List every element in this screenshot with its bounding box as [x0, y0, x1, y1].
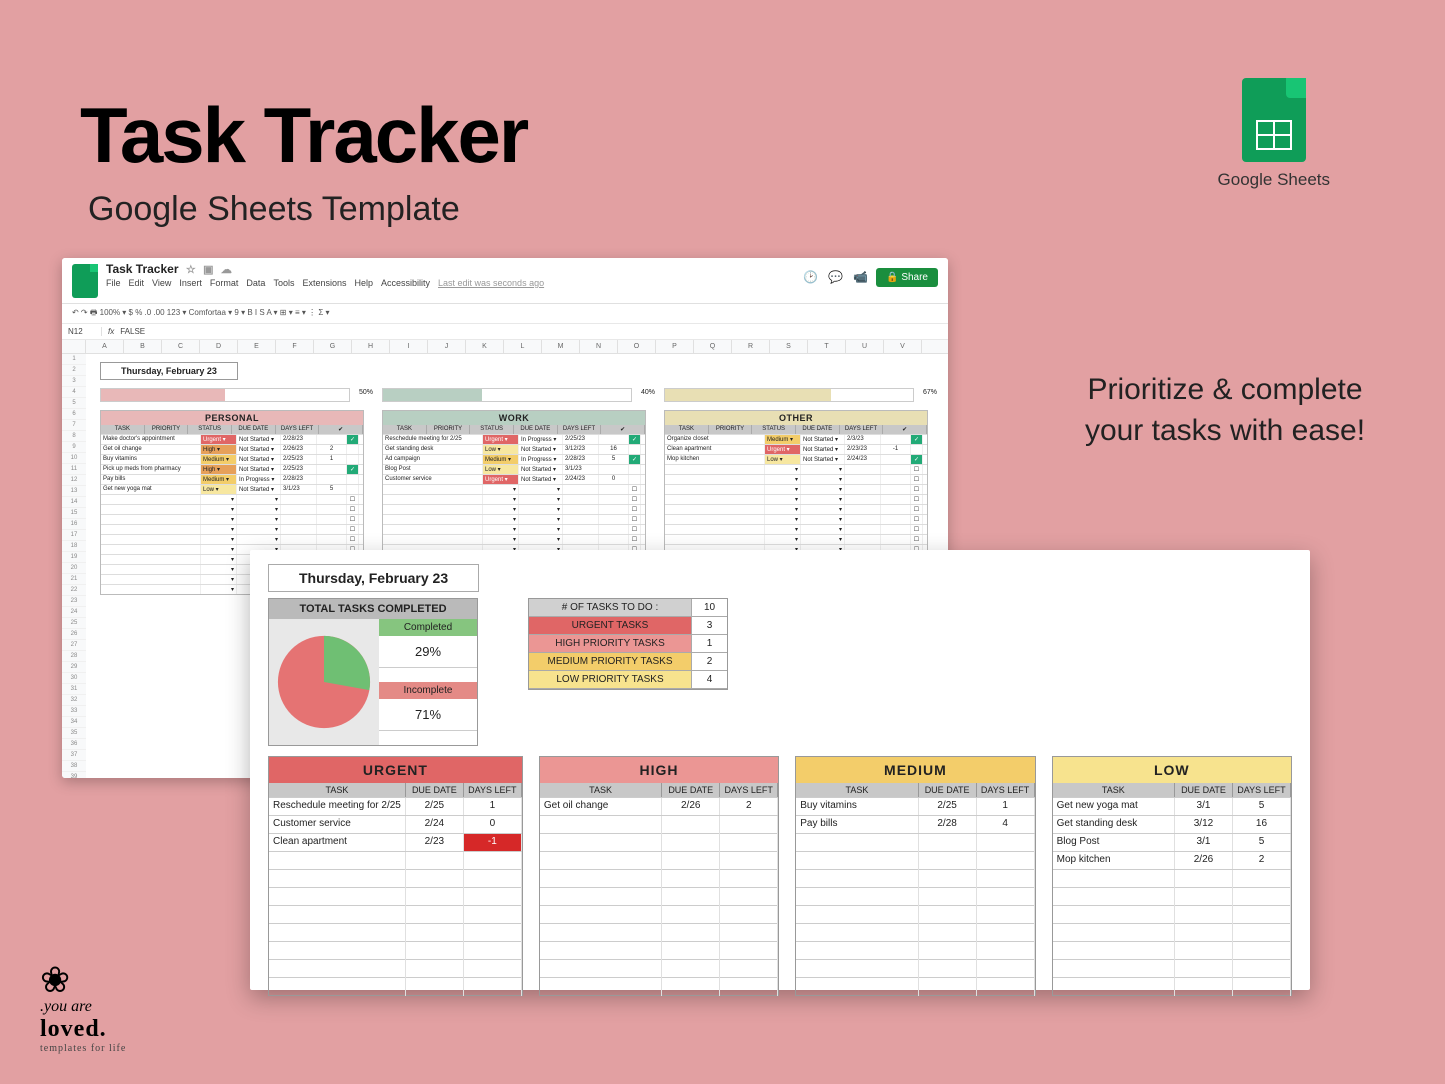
completed-label: Completed: [379, 619, 477, 636]
cloud-icon[interactable]: ☁: [221, 264, 232, 276]
menu-help[interactable]: Help: [354, 278, 373, 288]
meet-icon[interactable]: 📹: [853, 270, 868, 284]
toolbar[interactable]: ↶ ↷ 🖶 100% ▾ $ % .0 .00 123 ▾ Comfortaa …: [62, 304, 948, 324]
incomplete-pct: 71%: [379, 699, 477, 731]
priority-tables: URGENTTASKDUE DATEDAYS LEFTReschedule me…: [268, 756, 1292, 996]
menu-edit[interactable]: Edit: [129, 278, 145, 288]
menu-bar: File Edit View Insert Format Data Tools Extensi…: [106, 278, 544, 288]
completed-pct: 29%: [379, 636, 477, 668]
fx-icon: fx: [102, 327, 120, 336]
work-progress: 40%: [382, 388, 632, 402]
count-value: 10: [691, 599, 727, 616]
count-value: 3: [691, 617, 727, 634]
sheets-header: Task Tracker ☆ ▣ ☁ File Edit View Insert For…: [62, 258, 948, 304]
column-headers: ABCDEFGHIJKLMNOPQRSTUV: [62, 340, 948, 354]
flower-icon: ❀: [40, 962, 126, 998]
header-right: 🕑 💬 📹: [803, 270, 868, 284]
sheets-icon: [1242, 78, 1306, 162]
menu-extensions[interactable]: Extensions: [302, 278, 346, 288]
formula-bar[interactable]: N12 fx FALSE: [62, 324, 948, 340]
menu-data[interactable]: Data: [246, 278, 265, 288]
google-sheets-badge: Google Sheets: [1218, 78, 1330, 190]
last-edit[interactable]: Last edit was seconds ago: [438, 278, 544, 288]
star-icon[interactable]: ☆: [186, 264, 196, 276]
menu-file[interactable]: File: [106, 278, 121, 288]
hero-subtitle: Google Sheets Template: [88, 190, 460, 229]
count-value: 4: [691, 671, 727, 688]
count-label: HIGH PRIORITY TASKS: [529, 635, 691, 652]
count-value: 2: [691, 653, 727, 670]
sheets-doc-icon: [72, 264, 98, 298]
count-label: LOW PRIORITY TASKS: [529, 671, 691, 688]
count-label: # OF TASKS TO DO :: [529, 599, 691, 616]
hero-title: Task Tracker: [80, 90, 527, 181]
brand-line1: .you are: [40, 998, 126, 1016]
menu-insert[interactable]: Insert: [179, 278, 202, 288]
brand-line2: loved.: [40, 1016, 126, 1043]
brand-logo: ❀ .you are loved. templates for life: [40, 962, 126, 1054]
history-icon[interactable]: 🕑: [803, 270, 818, 284]
tagline: Prioritize & complete your tasks with ea…: [1075, 370, 1375, 451]
sheets-label: Google Sheets: [1218, 170, 1330, 190]
urgent-table: URGENTTASKDUE DATEDAYS LEFTReschedule me…: [268, 756, 523, 996]
low-table: LOWTASKDUE DATEDAYS LEFTGet new yoga mat…: [1052, 756, 1292, 996]
dashboard-date: Thursday, February 23: [268, 564, 479, 592]
lock-icon: 🔒: [886, 272, 898, 283]
share-button[interactable]: 🔒 Share: [876, 268, 938, 287]
comment-icon[interactable]: 💬: [828, 270, 843, 284]
date-cell: Thursday, February 23: [100, 362, 238, 380]
other-progress: 67%: [664, 388, 914, 402]
folder-icon[interactable]: ▣: [203, 264, 213, 276]
menu-view[interactable]: View: [152, 278, 171, 288]
doc-title[interactable]: Task Tracker ☆ ▣ ☁: [106, 262, 232, 276]
dashboard-screenshot: Thursday, February 23 TOTAL TASKS COMPLE…: [250, 550, 1310, 990]
pie-title: TOTAL TASKS COMPLETED: [269, 599, 477, 619]
personal-progress: 50%: [100, 388, 350, 402]
menu-tools[interactable]: Tools: [273, 278, 294, 288]
menu-format[interactable]: Format: [210, 278, 239, 288]
pie-chart: [269, 619, 379, 745]
count-label: MEDIUM PRIORITY TASKS: [529, 653, 691, 670]
medium-table: MEDIUMTASKDUE DATEDAYS LEFTBuy vitamins2…: [795, 756, 1035, 996]
row-numbers: 1234567891011121314151617181920212223242…: [62, 354, 86, 778]
cell-ref[interactable]: N12: [62, 327, 102, 336]
incomplete-label: Incomplete: [379, 682, 477, 699]
brand-line3: templates for life: [40, 1043, 126, 1054]
high-table: HIGHTASKDUE DATEDAYS LEFTGet oil change2…: [539, 756, 779, 996]
pie-chart-block: TOTAL TASKS COMPLETED Completed29% Incom…: [268, 598, 478, 746]
count-label: URGENT TASKS: [529, 617, 691, 634]
count-value: 1: [691, 635, 727, 652]
menu-accessibility[interactable]: Accessibility: [381, 278, 430, 288]
task-counts: # OF TASKS TO DO :10URGENT TASKS3HIGH PR…: [528, 598, 728, 690]
formula-value[interactable]: FALSE: [120, 327, 145, 336]
